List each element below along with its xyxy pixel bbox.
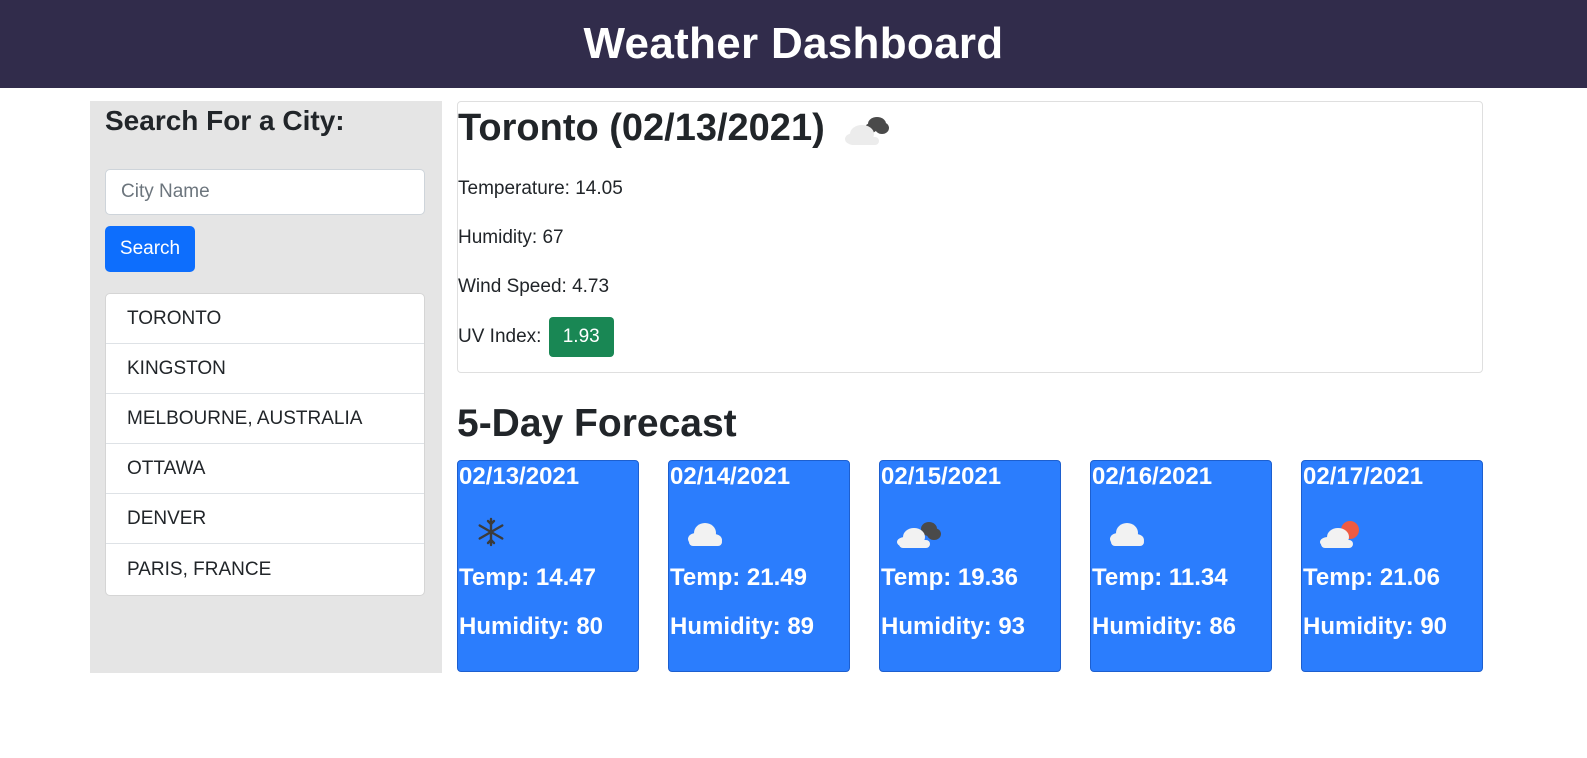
forecast-heading: 5-Day Forecast: [457, 402, 737, 445]
history-item-denver[interactable]: DENVER: [106, 494, 424, 544]
forecast-date: 02/13/2021: [459, 463, 580, 490]
current-uv-row: UV Index: 1.93: [458, 317, 614, 357]
forecast-humidity: Humidity: 90: [1303, 613, 1448, 640]
app-header: Weather Dashboard: [0, 0, 1587, 88]
forecast-humidity: Humidity: 86: [1092, 613, 1237, 640]
forecast-card: 02/16/2021 Temp: 11.34 Humidity: 86: [1090, 460, 1272, 672]
current-city-date: Toronto (02/13/2021): [458, 107, 825, 149]
search-sidebar: Search For a City: Search TORONTO KINGST…: [90, 101, 442, 673]
search-history-list: TORONTO KINGSTON MELBOURNE, AUSTRALIA OT…: [105, 293, 425, 596]
forecast-date: 02/15/2021: [881, 463, 1002, 490]
current-weather-card: Toronto (02/13/2021) Temperature: 14.05 …: [457, 101, 1483, 373]
forecast-card: 02/13/2021 Temp: 14.47 Humidity: 80: [457, 460, 639, 672]
search-button[interactable]: Search: [105, 226, 195, 272]
forecast-humidity: Humidity: 89: [670, 613, 815, 640]
forecast-weather-icon: [1105, 511, 1155, 551]
forecast-weather-icon: [683, 511, 733, 551]
forecast-temp: Temp: 21.49: [670, 564, 807, 591]
history-item-ottawa[interactable]: OTTAWA: [106, 444, 424, 494]
search-heading: Search For a City:: [105, 105, 345, 136]
page-title: Weather Dashboard: [583, 19, 1004, 68]
uv-index-label: UV Index:: [458, 326, 542, 347]
current-humidity: Humidity: 67: [458, 227, 564, 248]
forecast-card: 02/15/2021 Temp: 19.36 Humidity: 93: [879, 460, 1061, 672]
forecast-temp: Temp: 14.47: [459, 564, 596, 591]
current-temperature: Temperature: 14.05: [458, 178, 623, 199]
forecast-weather-icon: [1316, 511, 1366, 551]
forecast-weather-icon: [472, 511, 522, 551]
forecast-temp: Temp: 21.06: [1303, 564, 1440, 591]
history-item-melbourne[interactable]: MELBOURNE, AUSTRALIA: [106, 394, 424, 444]
forecast-humidity: Humidity: 80: [459, 613, 604, 640]
forecast-card: 02/17/2021 Temp: 21.06 Humidity: 90: [1301, 460, 1483, 672]
forecast-temp: Temp: 19.36: [881, 564, 1018, 591]
forecast-humidity: Humidity: 93: [881, 613, 1026, 640]
history-item-paris[interactable]: PARIS, FRANCE: [106, 544, 424, 595]
forecast-weather-icon: [894, 511, 944, 551]
uv-index-badge: 1.93: [548, 317, 614, 357]
current-weather-icon: [843, 109, 893, 149]
current-wind-speed: Wind Speed: 4.73: [458, 276, 610, 297]
forecast-date: 02/17/2021: [1303, 463, 1424, 490]
current-weather-heading: Toronto (02/13/2021): [458, 107, 893, 150]
forecast-date: 02/16/2021: [1092, 463, 1213, 490]
forecast-card: 02/14/2021 Temp: 21.49 Humidity: 89: [668, 460, 850, 672]
history-item-toronto[interactable]: TORONTO: [106, 294, 424, 344]
forecast-temp: Temp: 11.34: [1092, 564, 1228, 591]
history-item-kingston[interactable]: KINGSTON: [106, 344, 424, 394]
forecast-date: 02/14/2021: [670, 463, 791, 490]
city-search-input[interactable]: [105, 169, 425, 215]
